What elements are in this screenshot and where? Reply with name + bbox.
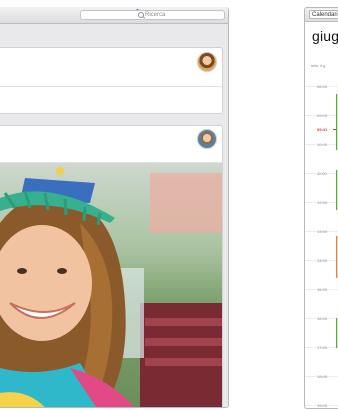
feed-post-with-photo[interactable] [0,125,223,407]
feed-list[interactable] [0,24,228,407]
month-title: giug [312,28,338,44]
search-placeholder: Ricerca [145,12,166,18]
all-day-label: tutto il g. [311,63,327,68]
calendar-toolbar: Calendari [305,8,338,22]
search-icon [138,12,144,18]
hour-label: 16:00 [317,316,328,321]
hour-label: 17:00 [317,345,328,350]
hour-label: 19:00 [317,403,328,408]
post-header [0,126,222,163]
hour-label: 12:00 [317,200,328,205]
hour-label: 11:00 [317,171,327,176]
calendar-window: Calendari giug tutto il g. 06:00 09:00 0… [304,7,338,409]
hour-label: 06:00 [317,84,328,89]
avatar[interactable] [197,129,217,149]
current-time-label: 09:41 [317,127,328,132]
feed-post[interactable] [0,47,223,114]
hour-label: 13:00 [317,229,328,234]
post-photo[interactable] [0,163,222,407]
post-divider [0,86,222,87]
hour-label: 18:00 [317,374,328,379]
social-feed-window: Ricerca [0,7,229,408]
hour-label: 10:00 [317,142,328,147]
avatar[interactable] [197,52,217,72]
hour-label: 09:00 [317,113,328,118]
birthday-girl-photo [0,167,222,407]
feed-toolbar: Ricerca [0,7,228,24]
hour-label: 15:00 [317,287,328,292]
hour-label: 14:00 [317,258,328,263]
search-field[interactable]: Ricerca [80,10,225,20]
calendars-button[interactable]: Calendari [309,10,338,19]
